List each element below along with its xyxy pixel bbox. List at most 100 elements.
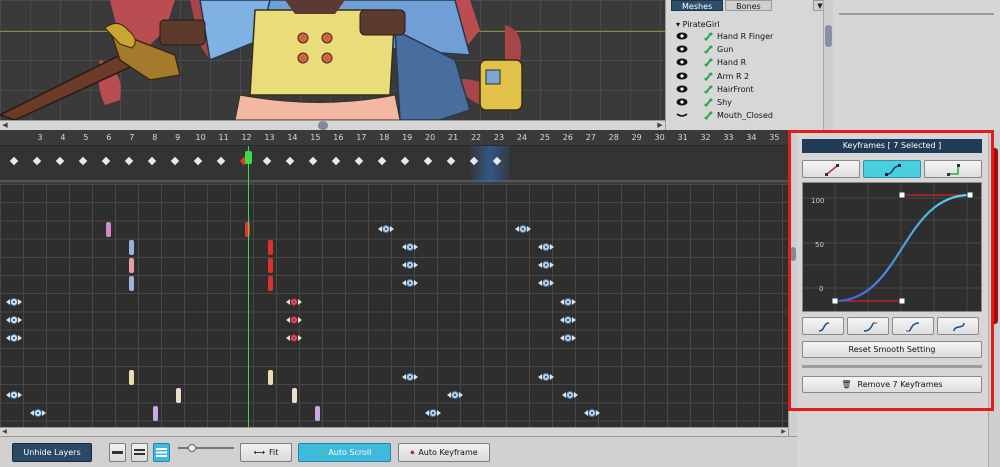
- row-size-small-button[interactable]: [109, 443, 126, 462]
- scroll-thumb[interactable]: [790, 247, 796, 261]
- summary-keyframe-marker[interactable]: [262, 156, 272, 166]
- unhide-layers-button[interactable]: Unhide Layers: [12, 443, 92, 462]
- curve-editor[interactable]: 100 50 0: [802, 182, 982, 312]
- timeline-horizontal-scrollbar[interactable]: ◀ ▶: [0, 427, 788, 436]
- selected-keyframe-handle[interactable]: [6, 296, 22, 308]
- selected-keyframe-handle[interactable]: [560, 314, 576, 326]
- end-keyframe-handle[interactable]: [966, 191, 974, 199]
- properties-vertical-scrollbar[interactable]: [988, 130, 1000, 467]
- frame-number[interactable]: 26: [558, 133, 578, 142]
- frame-number[interactable]: 8: [145, 133, 165, 142]
- selected-keyframe-handle[interactable]: [538, 277, 554, 289]
- keyframe-bar[interactable]: [176, 388, 181, 403]
- selected-keyframe-handle[interactable]: [286, 332, 302, 344]
- selected-keyframe-handle[interactable]: [402, 241, 418, 253]
- start-tangent-handle[interactable]: [898, 297, 906, 305]
- frame-number[interactable]: 22: [466, 133, 486, 142]
- keyframe-bar[interactable]: [268, 258, 273, 273]
- viewport-horizontal-scrollbar[interactable]: ◀ ▶: [0, 120, 665, 130]
- frame-number[interactable]: 6: [99, 133, 119, 142]
- keyframe-bar[interactable]: [106, 222, 111, 237]
- frame-number[interactable]: 34: [741, 133, 761, 142]
- scroll-thumb[interactable]: [991, 148, 998, 324]
- frame-number[interactable]: 29: [627, 133, 647, 142]
- summary-keyframe-marker[interactable]: [308, 156, 318, 166]
- frame-number[interactable]: 15: [305, 133, 325, 142]
- selected-keyframe-handle[interactable]: [560, 296, 576, 308]
- summary-keyframe-marker[interactable]: [400, 156, 410, 166]
- frame-number[interactable]: 7: [122, 133, 142, 142]
- selected-keyframe-handle[interactable]: [6, 314, 22, 326]
- timeline-ruler[interactable]: 3 4 5 6 7 8 9 10 11 12 13 14 15 16 17 18 19 20 21 22 23 24 25 2…: [0, 130, 788, 146]
- keyframe-bar[interactable]: [129, 258, 134, 273]
- zoom-slider-knob[interactable]: [188, 444, 196, 452]
- timeline-summary-track[interactable]: [0, 146, 788, 182]
- keyframe-bar[interactable]: [129, 276, 134, 291]
- keyframe-bar[interactable]: [153, 406, 158, 421]
- eye-visible-icon[interactable]: [676, 98, 688, 106]
- preset-ease-out-button[interactable]: [892, 317, 934, 335]
- eye-hidden-icon[interactable]: [676, 111, 688, 119]
- summary-keyframe-marker[interactable]: [331, 156, 341, 166]
- end-tangent-handle[interactable]: [898, 191, 906, 199]
- keyframe-bar[interactable]: [292, 388, 297, 403]
- summary-keyframe-marker[interactable]: [285, 156, 295, 166]
- preset-ease-in-out-button[interactable]: [802, 317, 844, 335]
- frame-number[interactable]: 23: [489, 133, 509, 142]
- frame-number[interactable]: 9: [168, 133, 188, 142]
- scroll-thumb[interactable]: [318, 121, 328, 130]
- frame-number[interactable]: 14: [282, 133, 302, 142]
- row-size-medium-button[interactable]: [131, 443, 148, 462]
- keyframe-bar[interactable]: [268, 370, 273, 385]
- scroll-right-icon[interactable]: ▶: [655, 121, 665, 130]
- timeline-vertical-scrollbar[interactable]: [788, 130, 797, 436]
- hierarchy-item[interactable]: Arm R 2: [666, 71, 824, 84]
- frame-number[interactable]: 24: [512, 133, 532, 142]
- summary-keyframe-marker[interactable]: [423, 156, 433, 166]
- frame-number[interactable]: 18: [374, 133, 394, 142]
- eye-visible-icon[interactable]: [676, 72, 688, 80]
- keyframe-bar[interactable]: [268, 240, 273, 255]
- summary-keyframe-marker[interactable]: [170, 156, 180, 166]
- timeline-panel[interactable]: 3 4 5 6 7 8 9 10 11 12 13 14 15 16 17 18 19 20 21 22 23 24 25 2…: [0, 130, 788, 436]
- playhead-handle[interactable]: [245, 151, 252, 164]
- selected-keyframe-handle[interactable]: [402, 277, 418, 289]
- selected-keyframe-handle[interactable]: [538, 241, 554, 253]
- selected-keyframe-handle[interactable]: [402, 371, 418, 383]
- frame-number[interactable]: 27: [581, 133, 601, 142]
- scroll-left-icon[interactable]: ◀: [0, 121, 10, 130]
- preset-ease-in-button[interactable]: [847, 317, 889, 335]
- frame-number[interactable]: 30: [650, 133, 670, 142]
- hierarchy-item[interactable]: HairFront: [666, 84, 824, 97]
- frame-number[interactable]: 13: [260, 133, 280, 142]
- summary-keyframe-marker[interactable]: [446, 156, 456, 166]
- frame-number[interactable]: 4: [53, 133, 73, 142]
- scroll-thumb[interactable]: [825, 25, 832, 47]
- interpolation-linear-button[interactable]: [802, 160, 860, 178]
- summary-keyframe-marker[interactable]: [216, 156, 226, 166]
- frame-number[interactable]: 5: [76, 133, 96, 142]
- keyframe-bar[interactable]: [129, 240, 134, 255]
- hierarchy-item[interactable]: Mouth_Closed: [666, 110, 824, 123]
- expand-triangle-icon[interactable]: ▾: [676, 20, 680, 29]
- selected-keyframe-handle[interactable]: [402, 259, 418, 271]
- auto-keyframe-button[interactable]: ⏺ Auto Keyframe: [398, 443, 490, 462]
- frame-number[interactable]: 16: [328, 133, 348, 142]
- frame-number[interactable]: 35: [764, 133, 784, 142]
- timeline-tracks[interactable]: [0, 184, 788, 436]
- eye-visible-icon[interactable]: [676, 45, 688, 53]
- scroll-right-icon[interactable]: ▶: [779, 428, 788, 436]
- curve-graph[interactable]: 100 50 0: [803, 183, 981, 311]
- hierarchy-vertical-scrollbar[interactable]: [823, 0, 833, 130]
- selected-keyframe-handle[interactable]: [286, 314, 302, 326]
- hierarchy-item[interactable]: Shy: [666, 97, 824, 110]
- frame-number[interactable]: 32: [696, 133, 716, 142]
- summary-keyframe-marker[interactable]: [55, 156, 65, 166]
- remove-keyframes-button[interactable]: 🗑 Remove 7 Keyframes: [802, 376, 982, 393]
- hierarchy-item[interactable]: Hand R Finger: [666, 31, 824, 44]
- frame-number[interactable]: 28: [604, 133, 624, 142]
- reset-smooth-setting-button[interactable]: Reset Smooth Setting: [802, 341, 982, 358]
- frame-number[interactable]: 33: [719, 133, 739, 142]
- selected-keyframe-handle[interactable]: [584, 407, 600, 419]
- selected-keyframe-handle[interactable]: [562, 389, 578, 401]
